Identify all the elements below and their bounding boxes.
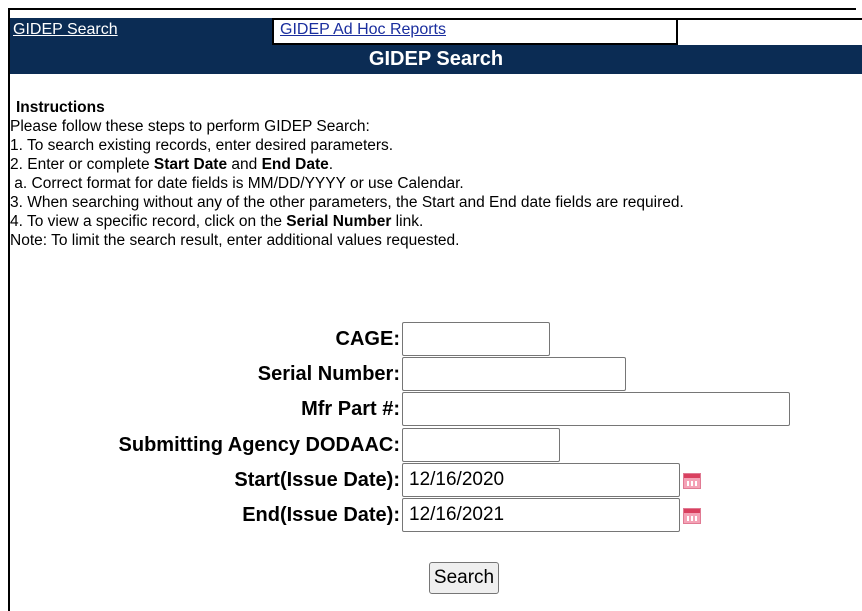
instructions-heading: Instructions — [16, 99, 105, 116]
end-date-row: End(Issue Date): — [0, 498, 862, 534]
step4-serial-number: Serial Number — [286, 213, 392, 230]
step4-suffix: link. — [391, 213, 424, 230]
step4-prefix: 4. To view a specific record, click on t… — [10, 213, 287, 230]
step2-and: and — [227, 156, 262, 173]
dodaac-label: Submitting Agency DODAAC: — [118, 434, 400, 456]
page-title: GIDEP Search — [10, 45, 862, 74]
cage-label: CAGE: — [335, 328, 400, 350]
tab-gidep-adhoc-reports-link[interactable]: GIDEP Ad Hoc Reports — [280, 21, 446, 39]
step2-prefix: 2. Enter or complete — [10, 156, 154, 173]
tab-bar: GIDEP Search GIDEP Ad Hoc Reports — [10, 18, 862, 45]
instructions-note: Note: To limit the search result, enter … — [10, 232, 460, 249]
end-date-label: End(Issue Date): — [242, 504, 400, 526]
search-button[interactable]: Search — [429, 562, 499, 594]
mfr-part-label: Mfr Part #: — [301, 398, 400, 420]
end-date-input[interactable] — [402, 498, 680, 532]
tab-gidep-search[interactable]: GIDEP Search — [10, 18, 272, 45]
instructions-step2a: a. Correct format for date fields is MM/… — [10, 175, 464, 192]
cage-input[interactable] — [402, 322, 550, 356]
instructions-step3: 3. When searching without any of the oth… — [10, 194, 684, 211]
serial-number-input[interactable] — [402, 357, 626, 391]
dodaac-row: Submitting Agency DODAAC: — [0, 428, 862, 464]
serial-number-label: Serial Number: — [257, 363, 400, 385]
step2-end-date: End Date — [261, 156, 329, 173]
start-date-row: Start(Issue Date): — [0, 463, 862, 499]
instructions-panel: Instructions Please follow these steps t… — [10, 98, 810, 250]
start-date-label: Start(Issue Date): — [234, 469, 400, 491]
instructions-step2: 2. Enter or complete Start Date and End … — [10, 155, 810, 174]
cage-row: CAGE: — [0, 322, 862, 358]
tab-bar-filler — [678, 18, 862, 45]
instructions-step4: 4. To view a specific record, click on t… — [10, 212, 810, 231]
instructions-intro: Please follow these steps to perform GID… — [10, 118, 370, 135]
dodaac-input[interactable] — [402, 428, 560, 462]
step2-start-date: Start Date — [153, 156, 228, 173]
mfr-part-row: Mfr Part #: — [0, 392, 862, 428]
tab-gidep-search-link[interactable]: GIDEP Search — [13, 21, 118, 39]
start-date-input[interactable] — [402, 463, 680, 497]
end-date-calendar-icon[interactable] — [683, 508, 701, 524]
mfr-part-input[interactable] — [402, 392, 790, 426]
tab-gidep-adhoc-reports[interactable]: GIDEP Ad Hoc Reports — [272, 18, 678, 45]
serial-number-row: Serial Number: — [0, 357, 862, 393]
step2-suffix: . — [328, 156, 334, 173]
start-date-calendar-icon[interactable] — [683, 473, 701, 489]
instructions-step1: 1. To search existing records, enter des… — [10, 137, 394, 154]
